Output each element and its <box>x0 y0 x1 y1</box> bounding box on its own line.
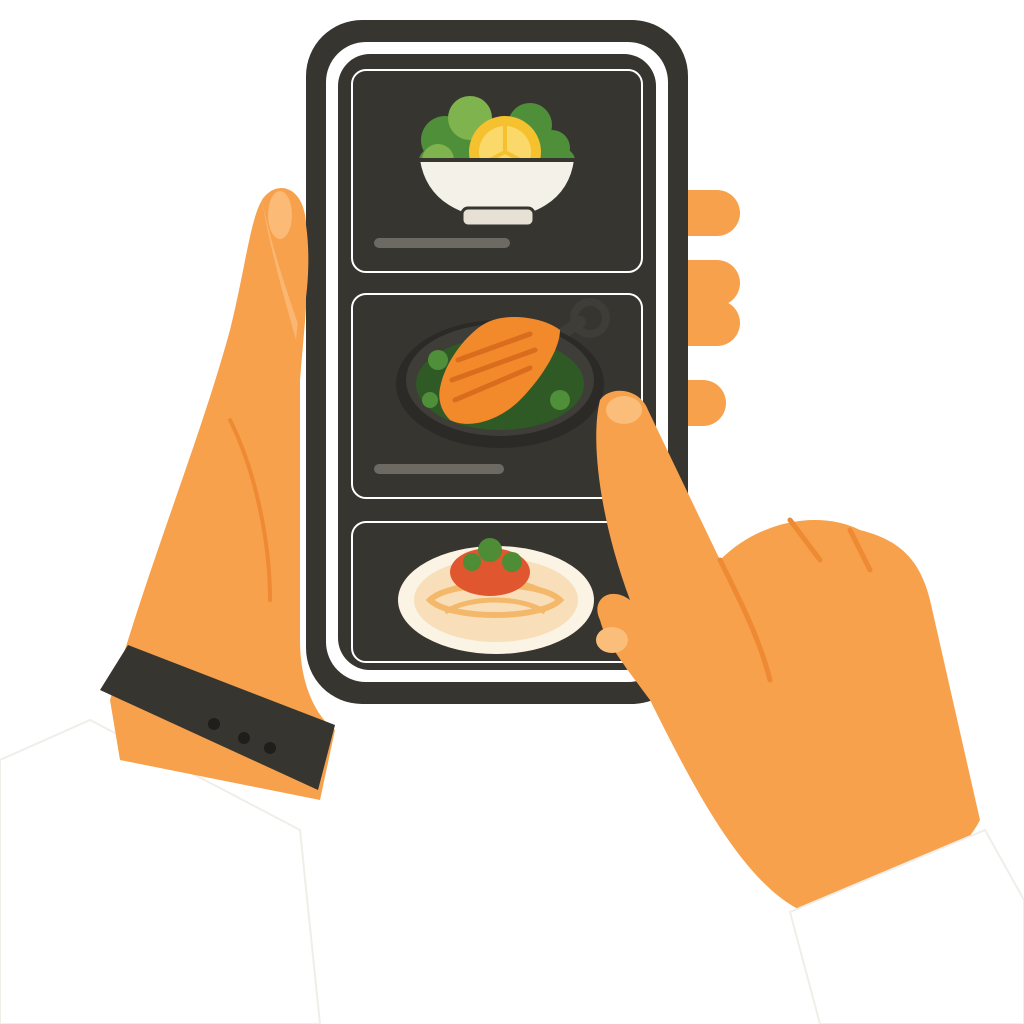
band-hole <box>264 742 276 754</box>
illustration-stage <box>0 0 1024 1024</box>
band-hole <box>208 718 220 730</box>
food-card-salad[interactable] <box>351 69 643 273</box>
card-title-placeholder <box>374 238 510 248</box>
band-hole <box>238 732 250 744</box>
card-title-placeholder <box>374 464 504 474</box>
phone-food-app-illustration <box>0 20 1024 1024</box>
right-hand-pointing <box>596 390 980 910</box>
